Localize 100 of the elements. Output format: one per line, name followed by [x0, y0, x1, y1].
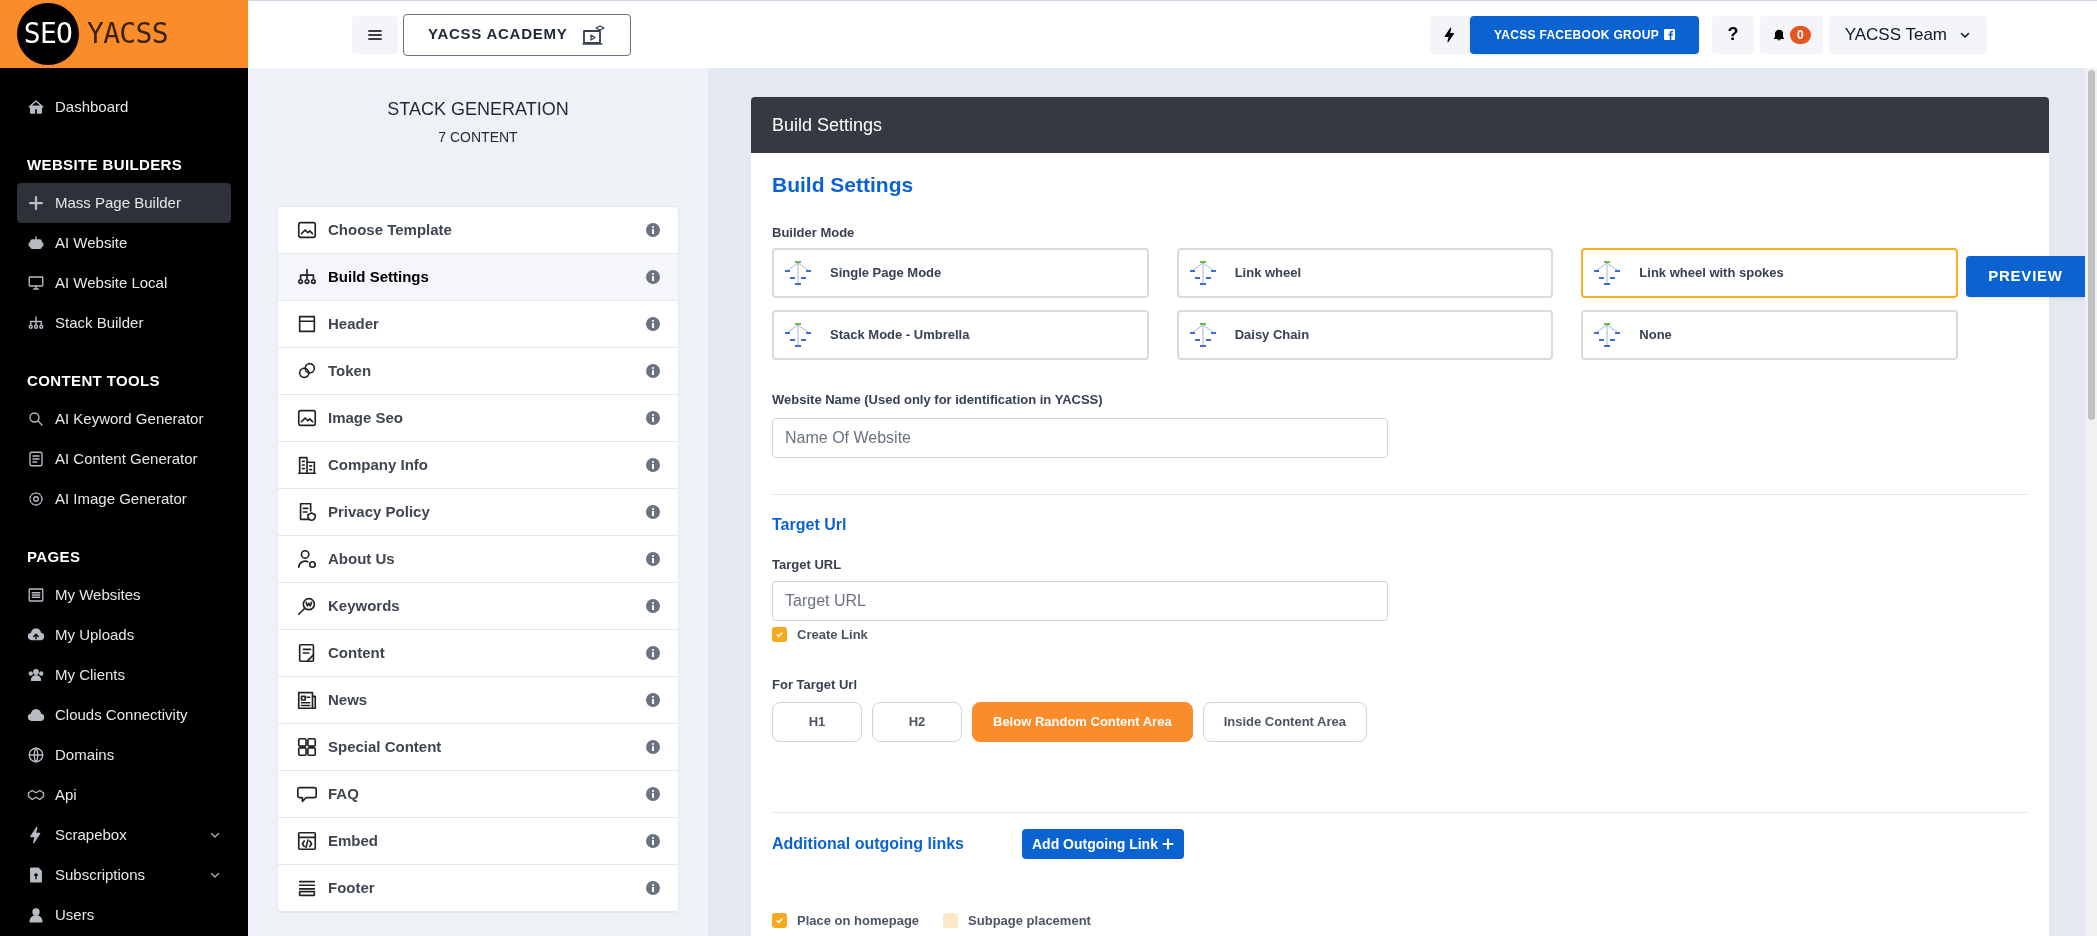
target-url-field[interactable]: Target URL — [772, 581, 1388, 621]
user-icon — [27, 906, 45, 924]
step-item[interactable]: FAQ — [278, 771, 678, 818]
checkbox-label: Place on homepage — [797, 912, 920, 930]
step-item[interactable]: Build Settings — [278, 254, 678, 301]
info-icon — [646, 693, 660, 707]
sidebar-item[interactable]: Scrapebox — [17, 815, 231, 855]
sidebar-item[interactable]: My Clients — [17, 655, 231, 695]
sidebar-item[interactable]: Clouds Connectivity — [17, 695, 231, 735]
scrollbar[interactable] — [2085, 68, 2097, 936]
sidebar-item[interactable]: Stack Builder — [17, 303, 231, 343]
sidebar-item[interactable]: AI Website Local — [17, 263, 231, 303]
sidebar-item[interactable]: Subscriptions — [17, 855, 231, 895]
step-item[interactable]: Footer — [278, 865, 678, 912]
mode-option[interactable]: None — [1581, 310, 1958, 360]
info-icon — [646, 599, 660, 613]
sidebar-item[interactable]: AI Keyword Generator — [17, 399, 231, 439]
checkbox-label: Subpage placement — [968, 912, 1091, 930]
academy-button[interactable]: YACSS ACADEMY — [403, 13, 631, 56]
sidebar-item[interactable]: Api — [17, 775, 231, 815]
window-icon — [296, 313, 318, 335]
network-diagram-icon — [1188, 260, 1217, 286]
info-icon — [646, 411, 660, 425]
info-icon — [646, 223, 660, 237]
home-icon — [27, 98, 45, 116]
info-icon — [646, 787, 660, 801]
sidebar-item[interactable]: My Uploads — [17, 615, 231, 655]
sidebar-item[interactable]: Dashboard — [17, 87, 231, 127]
sidebar-item[interactable]: Mass Page Builder — [17, 183, 231, 223]
info-icon — [646, 740, 660, 754]
section-title: Build Settings — [772, 172, 915, 198]
gear-icon — [27, 490, 45, 508]
info-icon — [646, 552, 660, 566]
checkbox-label: Create Link — [797, 626, 868, 644]
menu-button[interactable] — [352, 15, 398, 54]
sidebar-item[interactable]: AI Image Generator — [17, 479, 231, 519]
checkbox[interactable] — [772, 913, 787, 929]
notifications-button[interactable]: 0 — [1759, 15, 1823, 54]
code-window-icon — [296, 830, 318, 852]
sidebar-item[interactable]: AI Content Generator — [17, 439, 231, 479]
logo-text: YACSS — [87, 16, 168, 52]
step-item[interactable]: Special Content — [278, 724, 678, 771]
invoice-icon — [27, 866, 45, 884]
placement-option[interactable]: H2 — [872, 702, 962, 742]
monitor-icon — [27, 274, 45, 292]
logo-badge: SEO — [17, 3, 79, 65]
mode-option[interactable]: Link wheel with spokes — [1581, 248, 1958, 298]
step-item[interactable]: Content — [278, 630, 678, 677]
checkbox[interactable] — [772, 627, 787, 643]
user-info-icon — [296, 548, 318, 570]
sidebar-item[interactable]: My Websites — [17, 575, 231, 615]
sidebar-item[interactable]: Domains — [17, 735, 231, 775]
image-icon — [296, 407, 318, 429]
step-item[interactable]: News — [278, 677, 678, 724]
preview-button[interactable]: PREVIEW — [1966, 256, 2085, 297]
info-icon — [646, 364, 660, 378]
website-name-field[interactable]: Name Of Website — [772, 417, 1388, 458]
facebook-group-button[interactable]: YACSS FACEBOOK GROUP — [1470, 15, 1699, 54]
info-icon — [646, 646, 660, 660]
checkbox[interactable] — [943, 913, 959, 929]
globe-icon — [27, 746, 45, 764]
step-item[interactable]: Privacy Policy — [278, 489, 678, 536]
field-label: For Target Url — [772, 675, 858, 694]
step-item[interactable]: About Us — [278, 536, 678, 583]
mode-option[interactable]: Single Page Mode — [772, 248, 1149, 298]
mode-option[interactable]: Stack Mode - Umbrella — [772, 310, 1149, 360]
step-item[interactable]: Embed — [278, 818, 678, 865]
placement-option[interactable]: H1 — [772, 702, 862, 742]
quick-action-button[interactable] — [1430, 15, 1471, 54]
step-item[interactable]: Company Info — [278, 442, 678, 489]
section-title: Additional outgoing links — [772, 834, 964, 854]
step-item[interactable]: Token — [278, 348, 678, 395]
help-button[interactable]: ? — [1711, 15, 1754, 54]
search-icon — [27, 410, 45, 428]
step-item[interactable]: Header — [278, 301, 678, 348]
field-label: Website Name (Used only for identification in YACSS) — [772, 391, 1104, 409]
mode-option[interactable]: Link wheel — [1176, 248, 1554, 298]
hierarchy-icon — [27, 314, 45, 332]
step-item[interactable]: Keywords — [278, 583, 678, 630]
panel-title: STACK GENERATION — [387, 98, 569, 121]
placement-option[interactable]: Inside Content Area — [1202, 702, 1367, 742]
check-icon — [775, 916, 784, 926]
network-diagram-icon — [784, 322, 812, 348]
user-menu[interactable]: YACSS Team — [1828, 15, 1987, 54]
sidebar-heading: WEBSITE BUILDERS — [26, 154, 184, 175]
plus-icon — [1161, 838, 1174, 850]
mode-option[interactable]: Daisy Chain — [1176, 310, 1554, 360]
sidebar-item[interactable]: Users — [17, 895, 231, 935]
sidebar-item[interactable]: AI Website — [17, 223, 231, 263]
step-item[interactable]: Image Seo — [278, 395, 678, 442]
bell-icon — [1771, 27, 1786, 42]
info-icon — [646, 881, 660, 895]
add-outgoing-link-button[interactable]: Add Outgoing Link — [1022, 829, 1184, 859]
section-title: Target Url — [772, 514, 848, 535]
sidebar-heading: PAGES — [26, 546, 82, 567]
info-icon — [646, 317, 660, 331]
network-diagram-icon — [1593, 322, 1622, 348]
network-diagram-icon — [784, 260, 812, 286]
info-icon — [646, 505, 660, 519]
info-icon — [646, 270, 660, 284]
